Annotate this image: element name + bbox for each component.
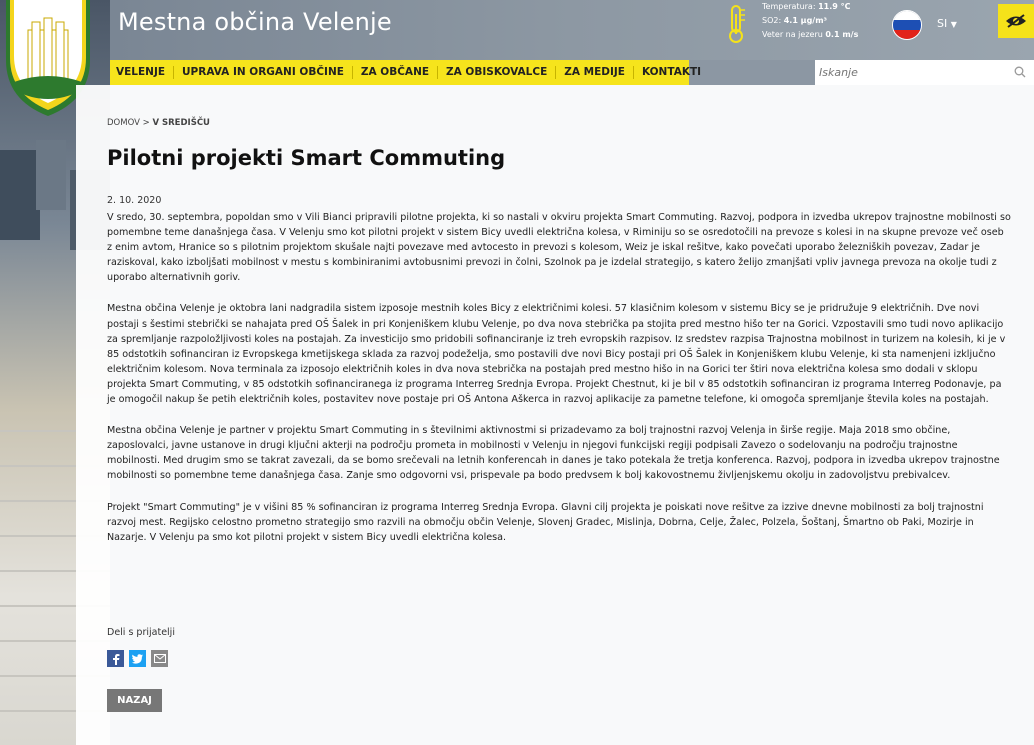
slovenia-flag-icon[interactable] xyxy=(892,10,922,40)
email-icon[interactable] xyxy=(151,650,168,667)
breadcrumb: DOMOV > V SREDIŠČU xyxy=(107,118,210,128)
search-input[interactable] xyxy=(815,65,1001,80)
breadcrumb-home[interactable]: DOMOV xyxy=(107,118,140,128)
site-title[interactable]: Mestna občina Velenje xyxy=(118,8,392,36)
article-paragraph: V sredo, 30. septembra, popoldan smo v V… xyxy=(107,212,1011,284)
nav-item-kontakti[interactable]: KONTAKTI xyxy=(634,66,709,79)
page-title: Pilotni projekti Smart Commuting xyxy=(107,146,506,170)
nav-item-velenje[interactable]: VELENJE xyxy=(110,66,175,79)
nav-item-za-obiskovalce[interactable]: ZA OBISKOVALCE xyxy=(438,66,557,79)
breadcrumb-separator: > xyxy=(142,118,150,128)
back-button[interactable]: NAZAJ xyxy=(107,689,162,712)
search-box xyxy=(815,60,1034,85)
language-label: SI xyxy=(937,17,948,30)
language-selector[interactable]: SI ▼ xyxy=(937,17,957,30)
article-date: 2. 10. 2020 xyxy=(107,195,162,206)
weather-wind: Veter na jezeru 0.1 m/s xyxy=(762,30,859,39)
article-paragraph: Projekt "Smart Commuting" je v višini 85… xyxy=(107,501,984,543)
breadcrumb-current[interactable]: V SREDIŠČU xyxy=(152,118,210,128)
weather-so2: SO2: 4.1 µg/m³ xyxy=(762,16,828,25)
eye-icon xyxy=(1006,14,1026,28)
nav-item-za-obcane[interactable]: ZA OBČANE xyxy=(353,66,439,79)
article-paragraph: Mestna občina Velenje je oktobra lani na… xyxy=(107,303,1006,406)
chevron-down-icon: ▼ xyxy=(950,20,957,29)
main-nav: VELENJE UPRAVA IN ORGANI OBČINE ZA OBČAN… xyxy=(110,60,701,85)
nav-item-uprava[interactable]: UPRAVA IN ORGANI OBČINE xyxy=(174,66,353,79)
accessibility-eye-button[interactable] xyxy=(998,4,1034,38)
search-icon[interactable] xyxy=(1014,66,1026,78)
share-label: Deli s prijatelji xyxy=(107,627,175,638)
facebook-icon[interactable] xyxy=(107,650,124,667)
twitter-icon[interactable] xyxy=(129,650,146,667)
weather-temperature: Temperatura: 11.9 °C xyxy=(762,2,851,11)
article-paragraph: Mestna občina Velenje je partner v proje… xyxy=(107,425,1000,482)
share-buttons xyxy=(107,650,168,667)
article-body: V sredo, 30. septembra, popoldan smo v V… xyxy=(107,210,1011,561)
thermometer-icon xyxy=(729,5,745,43)
nav-item-za-medije[interactable]: ZA MEDIJE xyxy=(556,66,634,79)
weather-info: Temperatura: 11.9 °C SO2: 4.1 µg/m³ Vete… xyxy=(762,0,858,42)
